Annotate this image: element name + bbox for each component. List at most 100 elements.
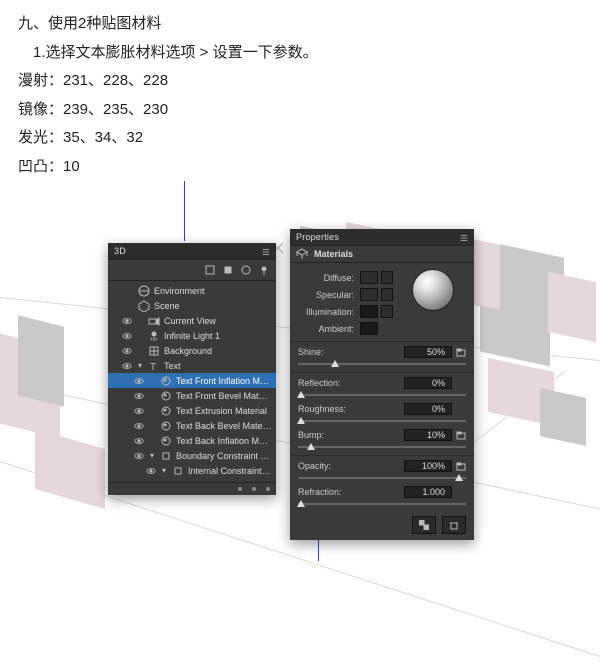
slider-track[interactable] <box>298 417 466 425</box>
tab-materials-label: Materials <box>314 249 353 259</box>
slider-knob[interactable] <box>455 474 463 481</box>
disclosure-triangle-icon[interactable]: ▾ <box>148 451 156 460</box>
filter-light-icon[interactable] <box>258 264 270 276</box>
mat-icon <box>160 405 172 417</box>
visibility-eye-icon[interactable] <box>134 421 144 431</box>
slider-knob[interactable] <box>297 417 305 424</box>
visibility-eye-icon[interactable] <box>134 436 144 446</box>
slider-label: Refraction: <box>298 487 342 497</box>
diffuse-swatch[interactable] <box>360 271 378 284</box>
checker-button[interactable] <box>412 516 436 534</box>
slider-label: Opacity: <box>298 461 331 471</box>
visibility-eye-icon[interactable] <box>122 331 132 341</box>
slider-knob[interactable] <box>307 443 315 450</box>
visibility-eye-icon[interactable] <box>134 406 144 416</box>
materials-icon <box>296 248 308 260</box>
tree-row-label: Text Front Inflation Material <box>176 376 272 386</box>
tree-row[interactable]: Text Front Inflation Material <box>108 373 276 388</box>
material-preview-sphere[interactable] <box>412 269 454 311</box>
slider-shine: Shine:50% <box>290 344 474 370</box>
tree-row-label: Internal Constraint 2_Text <box>188 466 272 476</box>
slider-roughness: Roughness: 0% <box>290 401 474 427</box>
slider-label: Reflection: <box>298 378 341 388</box>
separator <box>290 372 474 373</box>
tree-row[interactable]: Background <box>108 343 276 358</box>
tree-row[interactable]: ▾TText <box>108 358 276 373</box>
visibility-eye-icon[interactable] <box>134 376 144 386</box>
panel-properties-title: Properties <box>296 232 339 242</box>
mat-icon <box>160 420 172 432</box>
filter-material-icon[interactable] <box>240 264 252 276</box>
slider-value-input[interactable]: 10% <box>404 429 452 441</box>
tree-row[interactable]: Scene <box>108 298 276 313</box>
slider-knob[interactable] <box>331 360 339 367</box>
ambient-swatch[interactable] <box>360 322 378 335</box>
visibility-eye-icon[interactable] <box>112 286 122 296</box>
tree-row[interactable]: Text Back Inflation Material <box>108 433 276 448</box>
slider-track[interactable] <box>298 500 466 508</box>
illumination-texture-button[interactable] <box>381 305 393 318</box>
tab-materials[interactable]: Materials <box>290 246 474 263</box>
slider-value-input[interactable]: 50% <box>404 346 452 358</box>
tree-row-label: Boundary Constraint 1_Text <box>176 451 272 461</box>
panel-3d: 3D Environment Scene Current View Infinite … <box>108 243 276 495</box>
tree-row[interactable]: ▾ Boundary Constraint 1_Text <box>108 448 276 463</box>
texture-folder-icon[interactable] <box>456 461 466 471</box>
label-diffuse: Diffuse: <box>298 273 360 283</box>
slider-knob[interactable] <box>297 500 305 507</box>
illumination-line: 发光：35、34、32 <box>18 124 582 153</box>
slider-value-input[interactable]: 1.000 <box>404 486 452 498</box>
visibility-eye-icon[interactable] <box>134 391 144 401</box>
tree-row-label: Environment <box>154 286 272 296</box>
light-icon <box>148 330 160 342</box>
visibility-eye-icon[interactable] <box>122 361 132 371</box>
slider-track[interactable] <box>298 391 466 399</box>
disclosure-triangle-icon[interactable]: ▾ <box>160 466 168 475</box>
specular-swatch[interactable] <box>360 288 378 301</box>
visibility-eye-icon[interactable] <box>112 301 122 311</box>
slider-opacity: Opacity: 100% <box>290 458 474 484</box>
tree-row[interactable]: Infinite Light 1 <box>108 328 276 343</box>
trash-button[interactable] <box>442 516 466 534</box>
visibility-eye-icon[interactable] <box>146 466 156 476</box>
slider-label: Bump: <box>298 430 324 440</box>
specular-texture-button[interactable] <box>381 288 393 301</box>
visibility-eye-icon[interactable] <box>122 316 132 326</box>
slider-knob[interactable] <box>297 391 305 398</box>
texture-folder-icon[interactable] <box>456 347 466 357</box>
tree-row-label: Text Front Bevel Material <box>176 391 272 401</box>
visibility-eye-icon[interactable] <box>134 451 144 461</box>
tree-row[interactable]: Text Extrusion Material <box>108 403 276 418</box>
disclosure-triangle-icon[interactable]: ▾ <box>136 361 144 370</box>
slider-track[interactable] <box>298 443 466 451</box>
panel-menu-icon[interactable] <box>460 232 468 242</box>
slider-track[interactable] <box>298 360 466 368</box>
filter-scene-icon[interactable] <box>204 264 216 276</box>
diffuse-texture-button[interactable] <box>381 271 393 284</box>
article-text: 九、使用2种贴图材料 1.选择文本膨胀材料选项 > 设置一下参数。 漫射：231… <box>0 0 600 181</box>
tree-row[interactable]: ▾ Internal Constraint 2_Text <box>108 463 276 478</box>
slider-value-input[interactable]: 0% <box>404 377 452 389</box>
tree-row[interactable]: Text Front Bevel Material <box>108 388 276 403</box>
tree-row[interactable]: Environment <box>108 283 276 298</box>
tree-row[interactable]: Text Back Bevel Material <box>108 418 276 433</box>
panel-menu-icon[interactable] <box>262 246 270 256</box>
scene-icon <box>138 300 150 312</box>
tree-row-label: Current View <box>164 316 272 326</box>
panel-properties-footer <box>290 510 474 540</box>
texture-folder-icon[interactable] <box>456 430 466 440</box>
constraint-icon <box>160 450 172 462</box>
panel-properties-header[interactable]: Properties <box>290 229 474 246</box>
tree-row-label: Text Back Inflation Material <box>176 436 272 446</box>
slider-value-input[interactable]: 100% <box>404 460 452 472</box>
panel-3d-header[interactable]: 3D <box>108 243 276 260</box>
illumination-swatch[interactable] <box>360 305 378 318</box>
visibility-eye-icon[interactable] <box>122 346 132 356</box>
tree-row[interactable]: Current View <box>108 313 276 328</box>
slider-track[interactable] <box>298 474 466 482</box>
panel-properties: Properties Materials Diffuse: Specular: … <box>290 229 474 540</box>
slider-label: Roughness: <box>298 404 346 414</box>
footer-dot-icon <box>238 487 242 491</box>
filter-mesh-icon[interactable] <box>222 264 234 276</box>
slider-value-input[interactable]: 0% <box>404 403 452 415</box>
